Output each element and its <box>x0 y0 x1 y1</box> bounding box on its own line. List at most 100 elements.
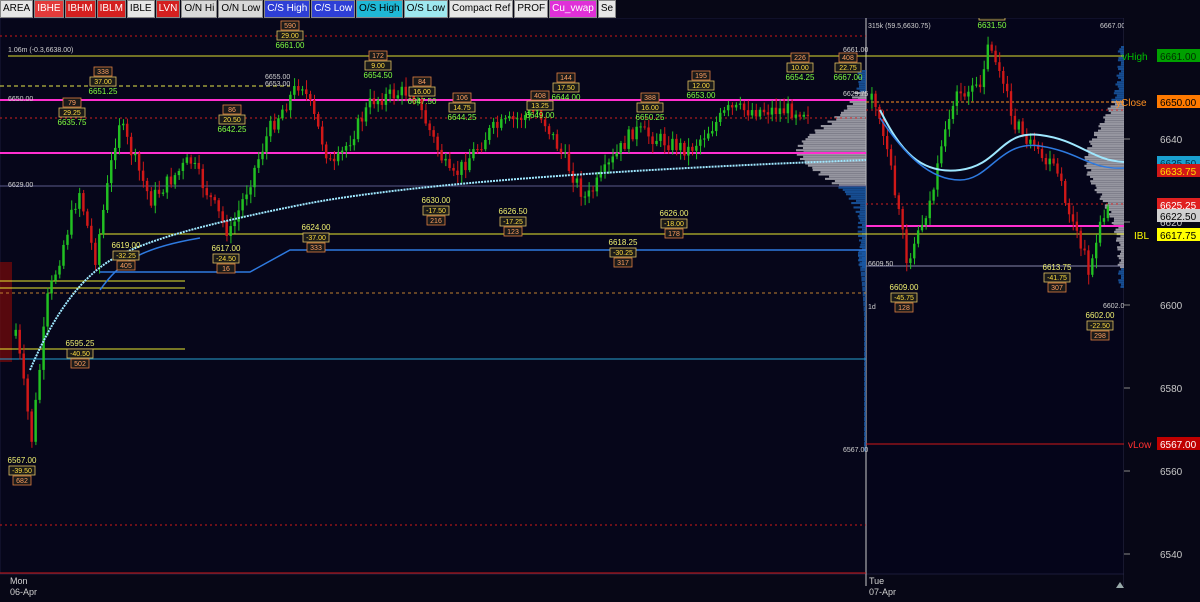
day2-candle <box>1005 83 1009 92</box>
swing-delta: 29.00 <box>281 33 299 40</box>
profile1-bar <box>812 166 866 169</box>
day1-candle <box>786 103 790 114</box>
day1-candle <box>579 178 583 197</box>
toolbar-button-o-n-hi[interactable]: O/N Hi <box>181 0 218 18</box>
profile2-bar <box>1121 70 1124 73</box>
day1-candle <box>173 175 177 185</box>
profile1-tail <box>864 347 866 352</box>
day2-candle <box>959 91 962 94</box>
toolbar-button-o-s-high[interactable]: O/S High <box>356 0 403 18</box>
day1-candle <box>90 225 93 243</box>
profile1-level-6650: 6650.00 <box>8 96 33 103</box>
day2-candle <box>1009 91 1013 116</box>
day1-candle <box>364 107 368 122</box>
profile1-bar <box>838 186 866 189</box>
toolbar-button-ibhm[interactable]: IBHM <box>64 0 96 18</box>
profile2-bar <box>1108 213 1124 216</box>
profile2-bar <box>1119 241 1124 244</box>
day1-candle <box>687 146 690 156</box>
profile2-bar <box>1111 222 1124 225</box>
profile2-side: 1d <box>868 304 876 311</box>
toolbar-button-compact-ref[interactable]: Compact Ref <box>448 0 514 18</box>
toolbar-button-c-s-low[interactable]: C/S Low <box>311 0 356 18</box>
day1-candle <box>352 139 356 146</box>
profile2-bar <box>1118 87 1124 90</box>
toolbar-button-cu-vwap[interactable]: Cu_vwap <box>549 0 597 18</box>
day1-candle <box>376 99 380 105</box>
profile1-tail <box>864 402 866 407</box>
swing-delta: 20.50 <box>223 117 241 124</box>
axis-value-yclose: 6650.00 <box>1160 98 1197 109</box>
day1-candle <box>193 162 197 164</box>
day2-candle <box>978 84 982 88</box>
profile2-bar <box>1120 244 1124 247</box>
toolbar-button-ibhe[interactable]: IBHE <box>34 0 64 18</box>
day1-candle <box>404 86 408 96</box>
swing-delta: 29.25 <box>63 110 81 117</box>
profile1-volume: 1.06m (-0.3,6638.00) <box>8 47 73 54</box>
profile1-bar <box>815 131 866 134</box>
profile1-bar <box>858 221 866 224</box>
toolbar-button-iblm[interactable]: IBLM <box>96 0 126 18</box>
toolbar-button-area[interactable]: AREA <box>0 0 34 18</box>
swing-delta: 12.00 <box>692 83 710 90</box>
swing-price: 6654.50 <box>364 71 393 80</box>
left-edge-highlight <box>0 262 12 362</box>
swing-price: 6626.00 <box>660 209 689 218</box>
profile1-tail <box>864 342 866 347</box>
swing-price: 6661.00 <box>276 41 305 50</box>
day1-candle <box>790 103 794 118</box>
day1-candle <box>340 150 344 153</box>
toolbar-button-o-n-low[interactable]: O/N Low <box>218 0 264 18</box>
day1-candle <box>770 107 774 115</box>
toolbar-button-ible[interactable]: IBLE <box>126 0 155 18</box>
toolbar-button-c-s-high[interactable]: C/S High <box>264 0 311 18</box>
day1-candle <box>611 156 614 163</box>
day2-candle <box>1002 71 1005 84</box>
day1-candle <box>229 226 232 236</box>
toolbar-button-se[interactable]: Se <box>597 0 617 18</box>
profile2-bar <box>1103 116 1124 119</box>
swing-vol: 216 <box>430 218 442 225</box>
day-date: 07-Apr <box>869 587 896 597</box>
day1-candle <box>647 127 650 137</box>
swing-vol: 123 <box>507 229 519 236</box>
swing-delta: 17.75 <box>983 18 1001 20</box>
day1-candle <box>74 208 77 210</box>
day2-candle <box>955 91 959 106</box>
toolbar-button-prof[interactable]: PROF <box>514 0 549 18</box>
swing-delta: 13.25 <box>531 103 549 110</box>
profile1-bar <box>843 109 866 112</box>
day1-candle <box>492 121 495 128</box>
profile1-bar <box>818 173 866 176</box>
toolbar-button-lvn[interactable]: LVN <box>155 0 181 18</box>
swing-delta: -30.25 <box>613 250 633 257</box>
profile1-bar <box>831 182 866 185</box>
toolbar-button-o-s-low[interactable]: O/S Low <box>403 0 448 18</box>
price-chart[interactable]: 6567.00 -39.50 682 6595.25 -40.50 502 6619.00 -… <box>0 18 1200 602</box>
profile1-bar <box>844 191 866 194</box>
profile1-bar <box>858 85 866 88</box>
axis-tick-label: 6560 <box>1160 467 1183 478</box>
profile2-bar <box>1087 147 1124 150</box>
profile1-bar <box>859 213 866 216</box>
profile1-tail <box>864 442 866 447</box>
profile2-bar <box>1094 189 1124 192</box>
day1-candle <box>722 110 726 113</box>
day2-candle <box>936 163 939 190</box>
day1-candle <box>512 116 515 120</box>
day1-candle <box>106 183 109 210</box>
day1-candle <box>50 280 53 294</box>
swing-label[interactable]: 6631.5017.75118 <box>978 18 1007 30</box>
profile1-bar <box>842 188 866 191</box>
swing-price: 6631.50 <box>978 21 1007 30</box>
day1-candle <box>66 234 69 245</box>
profile2-level-6609: 6609.50 <box>868 261 893 268</box>
swing-delta: 16.00 <box>413 89 431 96</box>
swing-price: 6624.00 <box>302 223 331 232</box>
profile2-bar <box>1102 193 1124 196</box>
axis-tag-ibl: IBL <box>1134 231 1149 242</box>
day1-candle <box>464 161 467 171</box>
profile1-tail <box>864 337 866 342</box>
day2-candle <box>1067 202 1071 215</box>
